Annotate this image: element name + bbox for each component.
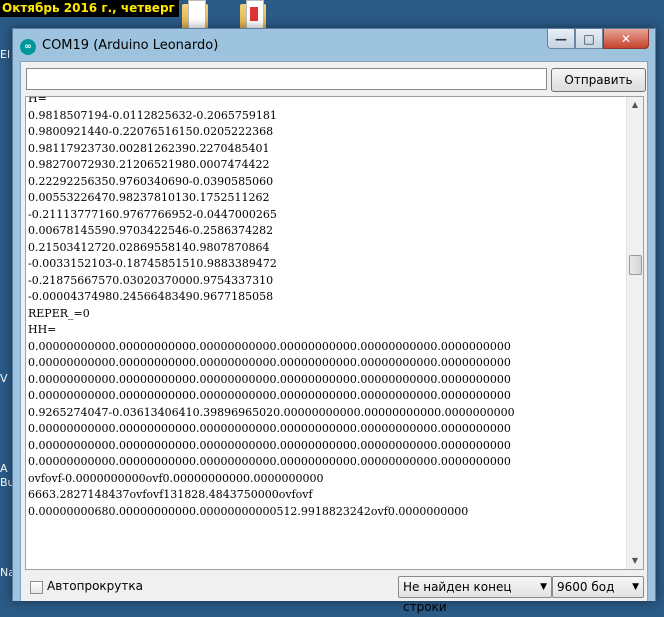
close-button[interactable]: ✕ [603, 29, 649, 49]
serial-output-line: -0.00004374980.24566483490.9677185058 [28, 290, 274, 303]
vertical-scrollbar[interactable]: ▲ ▼ [626, 97, 643, 569]
document-icon [246, 0, 264, 30]
scrollbar-thumb[interactable] [629, 255, 642, 275]
arduino-icon: ∞ [20, 39, 36, 55]
serial-output-area[interactable]: Н= 0.9818507194-0.0112825632-0.2065759181… [25, 96, 644, 570]
window-titlebar[interactable]: ∞ COM19 (Arduino Leonardo) — □ ✕ [13, 29, 655, 61]
serial-output-line: 0.00000000000.00000000000.00000000000.00… [28, 372, 511, 386]
serial-output-line: 0.00678145590.9703422546-0.2586374282 [28, 224, 274, 237]
serial-output-line: -0.0033152103-0.18745851510.9883389472 [28, 257, 277, 270]
serial-output-line: 0.21503412720.02869558140.9807870864 [28, 240, 270, 254]
serial-output-line: 0.98270072930.21206521980.0007474422 [28, 158, 270, 171]
serial-output-line: 0.00000000000.00000000000.00000000000.00… [28, 389, 511, 402]
chevron-down-icon: ▼ [632, 582, 639, 592]
desktop-label-fragment: A [0, 462, 8, 475]
scroll-up-arrow-icon[interactable]: ▲ [627, 97, 643, 113]
serial-output-line: 0.00000000000.00000000000.00000000000.00… [28, 356, 511, 369]
serial-output-text: Н= 0.9818507194-0.0112825632-0.2065759181… [26, 96, 628, 520]
serial-output-line: НН= [28, 323, 57, 336]
minimize-button[interactable]: — [547, 29, 575, 49]
serial-output-line: -0.21875667570.03020370000.9754337310 [28, 273, 274, 287]
serial-output-line: 0.00000000000.00000000000.00000000000.00… [28, 455, 511, 468]
serial-output-line: ovfovf-0.0000000000ovf0.00000000000.0000… [28, 471, 324, 485]
window-controls: — □ ✕ [547, 29, 649, 49]
serial-output-line: 0.98117923730.00281262390.2270485401 [28, 141, 270, 155]
desktop-date-banner: Октябрь 2016 г., четверг [0, 0, 179, 17]
desktop-label-fragment: Na [0, 566, 15, 579]
desktop-label-fragment: Bu [0, 476, 15, 489]
serial-output-line: -0.21113777160.9767766952-0.0447000265 [28, 207, 277, 221]
serial-output-line: 0.00000000000.00000000000.00000000000.00… [28, 339, 511, 353]
serial-output-line: REPER_=0 [28, 306, 90, 320]
send-input[interactable] [26, 68, 547, 90]
document-icon [188, 0, 206, 30]
chevron-down-icon: ▼ [540, 582, 547, 592]
serial-output-line: 0.00000000680.00000000000.00000000000512… [28, 504, 469, 518]
baud-rate-select[interactable]: 9600 бод ▼ [552, 576, 644, 598]
serial-output-line: 0.9800921440-0.22076516150.0205222368 [28, 125, 274, 138]
desktop-label-fragment: El [0, 48, 11, 61]
autoscroll-checkbox[interactable] [30, 581, 43, 594]
serial-output-line: 0.00553226470.98237810130.1752511262 [28, 191, 270, 204]
serial-output-line: 6663.2827148437ovfovf131828.4843750000ov… [28, 488, 313, 501]
serial-output-line: 0.9265274047-0.03613406410.39896965020.0… [28, 405, 515, 419]
desktop-label-fragment: V [0, 372, 8, 385]
baud-rate-value: 9600 бод [557, 580, 615, 594]
scroll-down-arrow-icon[interactable]: ▼ [627, 553, 643, 569]
serial-output-line: 0.00000000000.00000000000.00000000000.00… [28, 438, 511, 452]
line-ending-value: Не найден конец строки [403, 580, 512, 614]
serial-monitor-footer: Автопрокрутка Не найден конец строки ▼ 9… [21, 572, 647, 614]
window-title: COM19 (Arduino Leonardo) [42, 38, 219, 53]
serial-monitor-client: Отправить Н= 0.9818507194-0.0112825632-0.… [20, 61, 648, 614]
serial-output-line: 0.9818507194-0.0112825632-0.2065759181 [28, 108, 277, 122]
serial-output-line: 0.22292256350.9760340690-0.0390585060 [28, 174, 274, 188]
autoscroll-label: Автопрокрутка [47, 579, 143, 593]
serial-output-line: Н= [28, 96, 47, 105]
send-button[interactable]: Отправить [551, 68, 646, 92]
maximize-button[interactable]: □ [575, 29, 603, 49]
serial-monitor-window: ∞ COM19 (Arduino Leonardo) — □ ✕ Отправи… [12, 28, 656, 614]
line-ending-select[interactable]: Не найден конец строки ▼ [398, 576, 552, 614]
serial-output-line: 0.00000000000.00000000000.00000000000.00… [28, 422, 511, 435]
